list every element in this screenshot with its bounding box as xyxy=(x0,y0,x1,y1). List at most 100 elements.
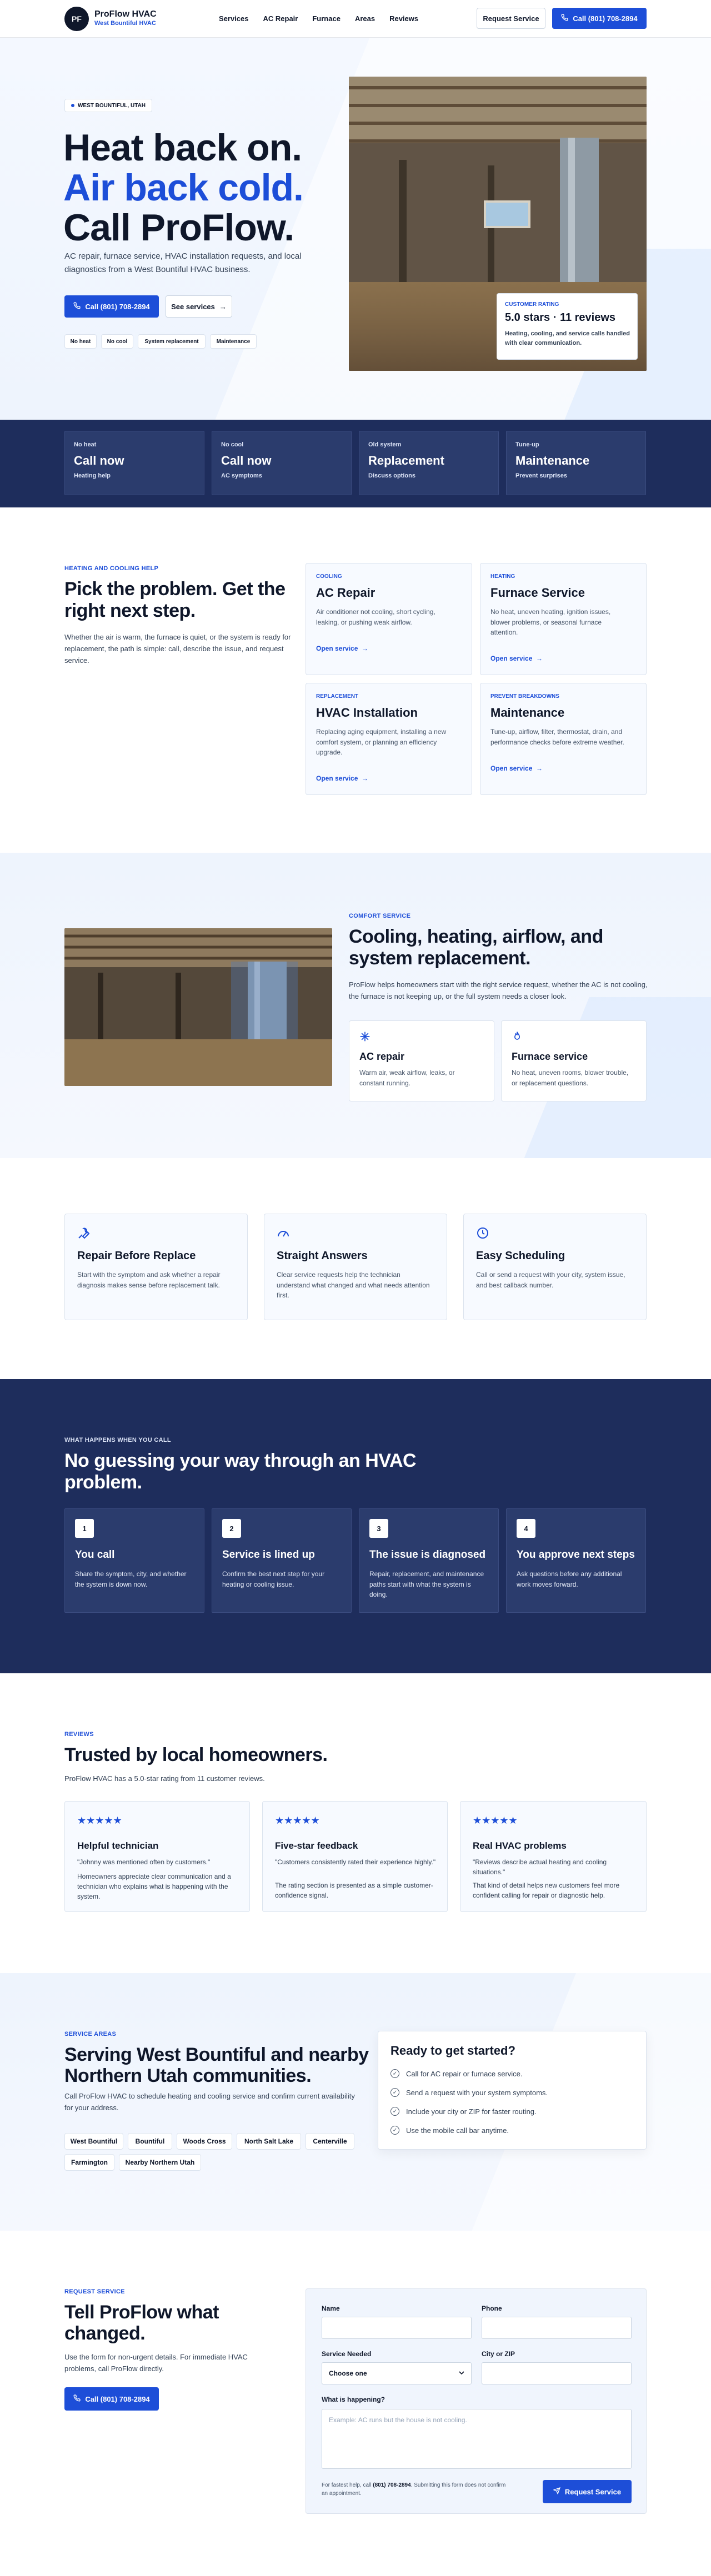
brand-name[interactable]: ProFlow HVAC xyxy=(94,9,157,19)
call-button[interactable]: Call (801) 708-2894 xyxy=(552,8,647,29)
see-services-button[interactable]: See services → xyxy=(166,295,232,318)
stat-card-no-cool[interactable]: No cool Call now AC symptoms xyxy=(212,431,352,495)
clock-icon xyxy=(476,1226,489,1242)
open-service-link[interactable]: Open service → xyxy=(490,655,543,662)
rating-card: CUSTOMER RATING 5.0 stars · 11 reviews H… xyxy=(497,293,638,360)
location-badge-label: WEST BOUNTIFUL, UTAH xyxy=(77,102,146,109)
arrow-right-icon: → xyxy=(534,655,543,662)
stat-card-old-system[interactable]: Old system Replacement Discuss options xyxy=(359,431,499,495)
hero-headline-2: Air back cold. xyxy=(63,167,304,209)
comfort-card-ac[interactable]: AC repair Warm air, weak airflow, leaks,… xyxy=(349,1020,494,1101)
review-title: Five-star feedback xyxy=(275,1840,358,1851)
review-card-2: ★★★★★ Five-star feedback "Customers cons… xyxy=(262,1801,448,1912)
comfort-basement-photo xyxy=(64,928,332,1086)
open-service-link[interactable]: Open service → xyxy=(490,764,543,772)
location-badge: WEST BOUNTIFUL, UTAH xyxy=(64,99,152,112)
open-service-link[interactable]: Open service → xyxy=(316,645,368,652)
values-section: Repair Before Replace Start with the sym… xyxy=(0,1158,711,1379)
open-service-link[interactable]: Open service → xyxy=(316,774,368,782)
review-quote: "Reviews describe actual heating and coo… xyxy=(473,1858,607,1876)
service-card-ac-repair[interactable]: COOLING AC Repair Air conditioner not co… xyxy=(306,563,472,675)
stat-sub: AC symptoms xyxy=(221,472,262,479)
submit-request-button[interactable]: Request Service xyxy=(543,2480,632,2503)
review-card-1: ★★★★★ Helpful technician "Johnny was men… xyxy=(64,1801,250,1912)
services-section: HEATING AND COOLING HELP Pick the proble… xyxy=(0,507,711,853)
review-title: Real HVAC problems xyxy=(473,1840,567,1851)
badge-dot-icon xyxy=(71,104,74,107)
phone-input[interactable] xyxy=(482,2317,632,2339)
stat-card-tune-up[interactable]: Tune-up Maintenance Prevent surprises xyxy=(506,431,646,495)
hero-section: WEST BOUNTIFUL, UTAH Heat back on. Air b… xyxy=(0,38,711,420)
review-text: That kind of detail helps new customers … xyxy=(473,1881,620,1899)
service-title: Furnace Service xyxy=(490,586,585,600)
value-title: Repair Before Replace xyxy=(77,1250,196,1262)
step-number: 2 xyxy=(222,1519,241,1538)
arrow-right-icon: → xyxy=(219,302,227,311)
comfort-eyebrow: COMFORT SERVICE xyxy=(349,913,411,919)
step-title: You call xyxy=(75,1549,115,1561)
comfort-card-furnace[interactable]: Furnace service No heat, uneven rooms, b… xyxy=(501,1020,647,1101)
area-chip: Nearby Northern Utah xyxy=(119,2154,201,2171)
nav-link-furnace[interactable]: Furnace xyxy=(312,14,341,23)
nav-link-areas[interactable]: Areas xyxy=(355,14,375,23)
city-label: City or ZIP xyxy=(482,2350,515,2358)
process-title: No guessing your way through an HVAC pro… xyxy=(64,1450,417,1493)
quick-help-bar: No heat Call now Heating help No cool Ca… xyxy=(0,420,711,507)
arrow-right-icon: → xyxy=(359,645,369,652)
stat-label: No heat xyxy=(74,441,97,448)
checklist-item: ✓ Use the mobile call bar anytime. xyxy=(390,2126,509,2135)
star-rating-icon: ★★★★★ xyxy=(275,1815,320,1826)
form-note: For fastest help, call (801) 708-2894. S… xyxy=(322,2482,506,2497)
process-eyebrow: WHAT HAPPENS WHEN YOU CALL xyxy=(64,1437,171,1443)
nav-link-services[interactable]: Services xyxy=(219,14,249,23)
service-text: No heat, uneven heating, ignition issues… xyxy=(490,608,611,637)
service-card-furnace[interactable]: HEATING Furnace Service No heat, uneven … xyxy=(480,563,647,675)
what-textarea[interactable]: Example: AC runs but the house is not co… xyxy=(322,2409,632,2469)
reviews-section: REVIEWS Trusted by local homeowners. Pro… xyxy=(0,1673,711,1973)
service-title: AC Repair xyxy=(316,586,375,600)
process-step-3: 3 The issue is diagnosed Repair, replace… xyxy=(359,1508,499,1613)
form-note-phone: (801) 708-2894 xyxy=(373,2482,411,2488)
request-call-label: Call (801) 708-2894 xyxy=(85,2394,150,2403)
request-call-button[interactable]: Call (801) 708-2894 xyxy=(64,2387,159,2411)
service-card-installation[interactable]: REPLACEMENT HVAC Installation Replacing … xyxy=(306,683,472,795)
flame-icon xyxy=(512,1031,523,1045)
area-chip: West Bountiful xyxy=(64,2133,123,2150)
call-button-label: Call (801) 708-2894 xyxy=(573,14,638,23)
value-card-answers: Straight Answers Clear service requests … xyxy=(264,1214,447,1320)
stat-card-no-heat[interactable]: No heat Call now Heating help xyxy=(64,431,204,495)
service-areas-section: SERVICE AREAS Serving West Bountiful and… xyxy=(0,1973,711,2231)
services-title: Pick the problem. Get the right next ste… xyxy=(64,578,286,622)
phone-label: Phone xyxy=(482,2305,502,2312)
stat-sub: Prevent surprises xyxy=(515,472,567,479)
tag-no-cool: No cool xyxy=(101,334,133,349)
review-quote: "Customers consistently rated their expe… xyxy=(275,1858,436,1866)
city-input[interactable] xyxy=(482,2362,632,2384)
service-select-value: Choose one xyxy=(329,2369,367,2377)
nav-link-reviews[interactable]: Reviews xyxy=(389,14,418,23)
site-header: PF ProFlow HVAC West Bountiful HVAC Serv… xyxy=(0,0,711,38)
request-service-button[interactable]: Request Service xyxy=(477,8,545,29)
request-section: REQUEST SERVICE Tell ProFlow what change… xyxy=(0,2231,711,2576)
areas-text: Call ProFlow HVAC to schedule heating an… xyxy=(64,2092,355,2112)
service-kicker: PREVENT BREAKDOWNS xyxy=(490,693,559,700)
comfort-section: COMFORT SERVICE Cooling, heating, airflo… xyxy=(0,853,711,1158)
step-title: You approve next steps xyxy=(517,1549,635,1561)
service-card-maintenance[interactable]: PREVENT BREAKDOWNS Maintenance Tune-up, … xyxy=(480,683,647,795)
value-title: Easy Scheduling xyxy=(476,1250,565,1262)
gauge-icon xyxy=(277,1226,290,1242)
checklist-item: ✓ Send a request with your system symptom… xyxy=(390,2088,548,2097)
service-kicker: HEATING xyxy=(490,573,515,580)
service-select[interactable]: Choose one xyxy=(322,2362,472,2384)
stat-label: Old system xyxy=(368,441,402,448)
see-services-label: See services xyxy=(171,302,215,311)
value-title: Straight Answers xyxy=(277,1250,368,1262)
nav-link-ac-repair[interactable]: AC Repair xyxy=(263,14,298,23)
hero-lede: AC repair, furnace service, HVAC install… xyxy=(64,251,302,274)
checklist-item: ✓ Include your city or ZIP for faster rou… xyxy=(390,2107,537,2116)
areas-title: Serving West Bountiful and nearby Northe… xyxy=(64,2044,369,2087)
hero-call-button[interactable]: Call (801) 708-2894 xyxy=(64,295,159,318)
logo-mark[interactable]: PF xyxy=(64,7,89,31)
name-input[interactable] xyxy=(322,2317,472,2339)
main-nav: Services AC Repair Furnace Areas Reviews xyxy=(219,14,418,23)
